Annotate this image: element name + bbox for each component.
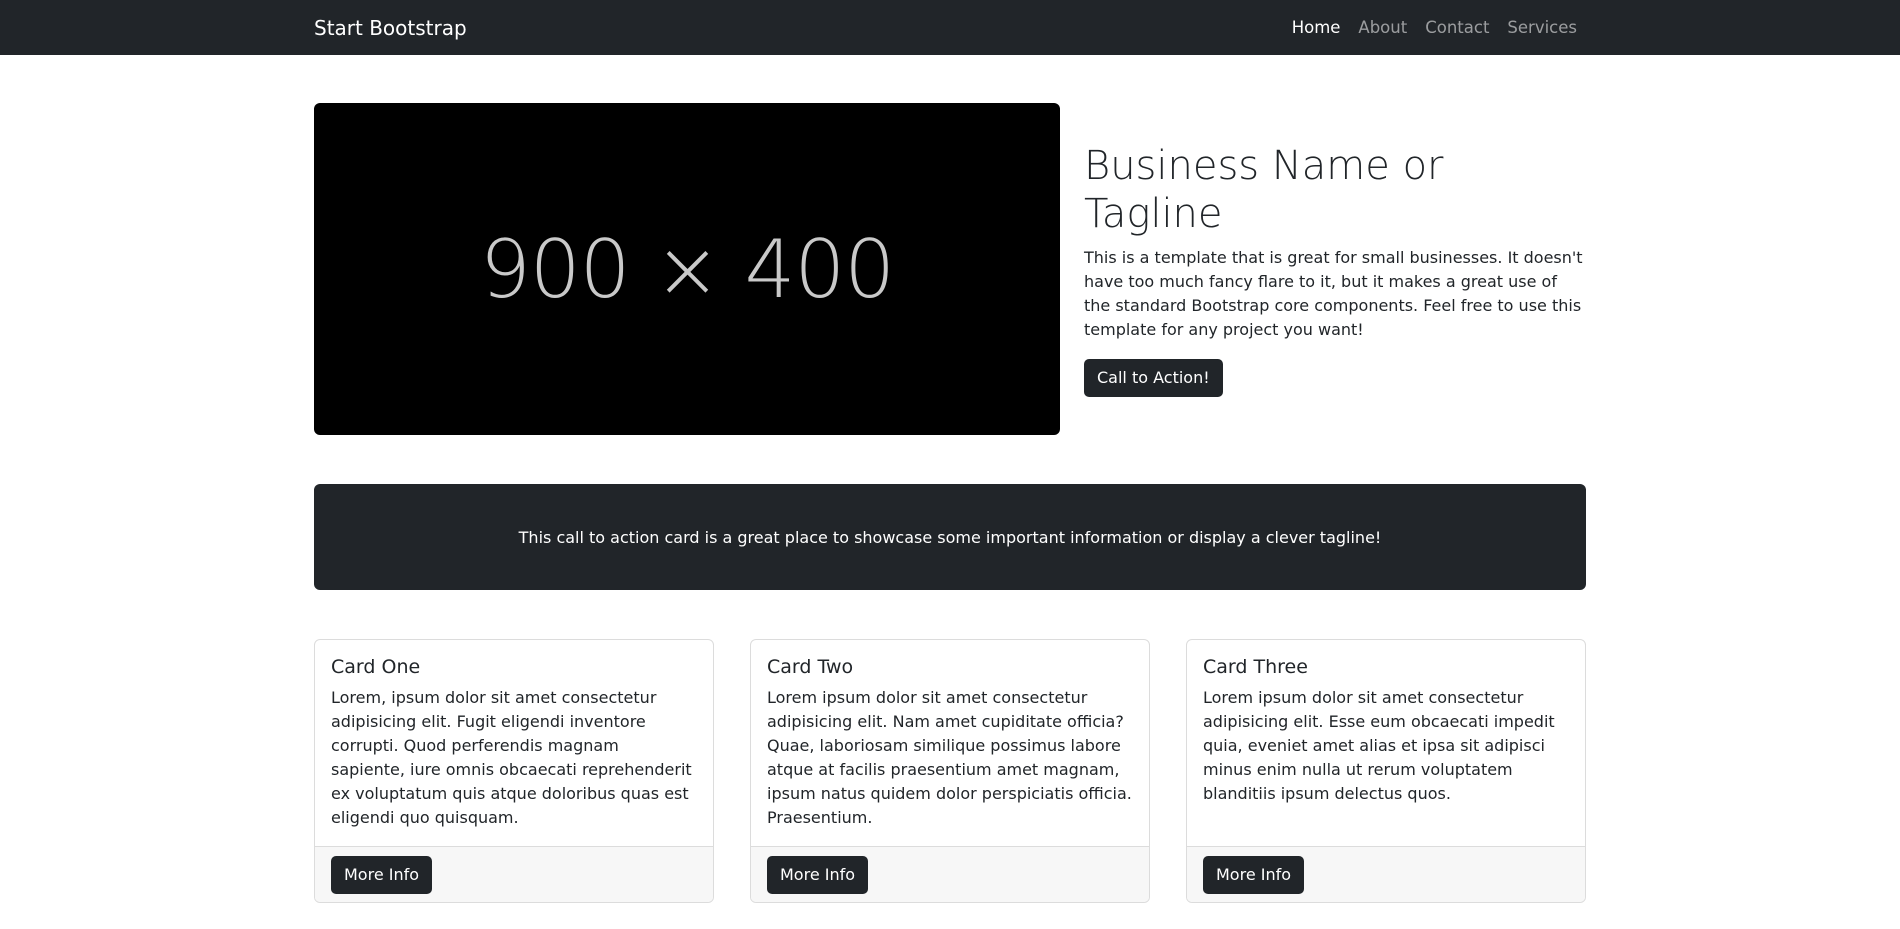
- card-title: Card Three: [1203, 656, 1308, 678]
- nav-link-home[interactable]: Home: [1283, 18, 1350, 37]
- more-info-button[interactable]: More Info: [1203, 855, 1305, 894]
- card-text: Lorem ipsum dolor sit amet consectetur a…: [1203, 688, 1555, 803]
- card-body: Card Two Lorem ipsum dolor sit amet cons…: [751, 640, 1149, 846]
- card-footer: More Info: [315, 846, 713, 902]
- more-info-button[interactable]: More Info: [767, 855, 869, 894]
- card-footer: More Info: [751, 846, 1149, 902]
- navbar-brand[interactable]: Start Bootstrap: [314, 16, 467, 40]
- cta-card-text: This call to action card is a great plac…: [518, 527, 1382, 547]
- hero-title: Business Name or Tagline: [1084, 142, 1444, 237]
- card-two: Card Two Lorem ipsum dolor sit amet cons…: [750, 639, 1150, 903]
- card-title: Card Two: [767, 656, 854, 678]
- nav-link-contact[interactable]: Contact: [1416, 18, 1498, 37]
- cards-row: Card One Lorem, ipsum dolor sit amet con…: [314, 639, 1586, 903]
- call-to-action-button[interactable]: Call to Action!: [1084, 358, 1223, 397]
- call-to-action-card: This call to action card is a great plac…: [314, 484, 1586, 590]
- navbar-container: Start Bootstrap Home About Contact Servi…: [302, 0, 1598, 55]
- hero-description: This is a template that is great for sma…: [1084, 247, 1583, 339]
- placeholder-label: 900 × 400: [479, 222, 895, 316]
- nav-link-services[interactable]: Services: [1498, 18, 1586, 37]
- card-body: Card Three Lorem ipsum dolor sit amet co…: [1187, 640, 1585, 846]
- card-body: Card One Lorem, ipsum dolor sit amet con…: [315, 640, 713, 846]
- nav-links: Home About Contact Services: [1283, 18, 1586, 37]
- hero-text: Business Name or Tagline This is a templ…: [1084, 142, 1586, 397]
- nav-link-about[interactable]: About: [1349, 18, 1416, 37]
- hero-section: 900 × 400 Business Name or Tagline This …: [314, 103, 1586, 435]
- navbar: Start Bootstrap Home About Contact Servi…: [0, 0, 1900, 55]
- card-text: Lorem, ipsum dolor sit amet consectetur …: [331, 688, 692, 827]
- card-title: Card One: [331, 656, 421, 678]
- more-info-button[interactable]: More Info: [331, 855, 433, 894]
- card-footer: More Info: [1187, 846, 1585, 902]
- card-three: Card Three Lorem ipsum dolor sit amet co…: [1186, 639, 1586, 903]
- card-text: Lorem ipsum dolor sit amet consectetur a…: [767, 688, 1132, 827]
- hero-image-placeholder: 900 × 400: [314, 103, 1060, 435]
- main-container: 900 × 400 Business Name or Tagline This …: [302, 103, 1598, 903]
- card-one: Card One Lorem, ipsum dolor sit amet con…: [314, 639, 714, 903]
